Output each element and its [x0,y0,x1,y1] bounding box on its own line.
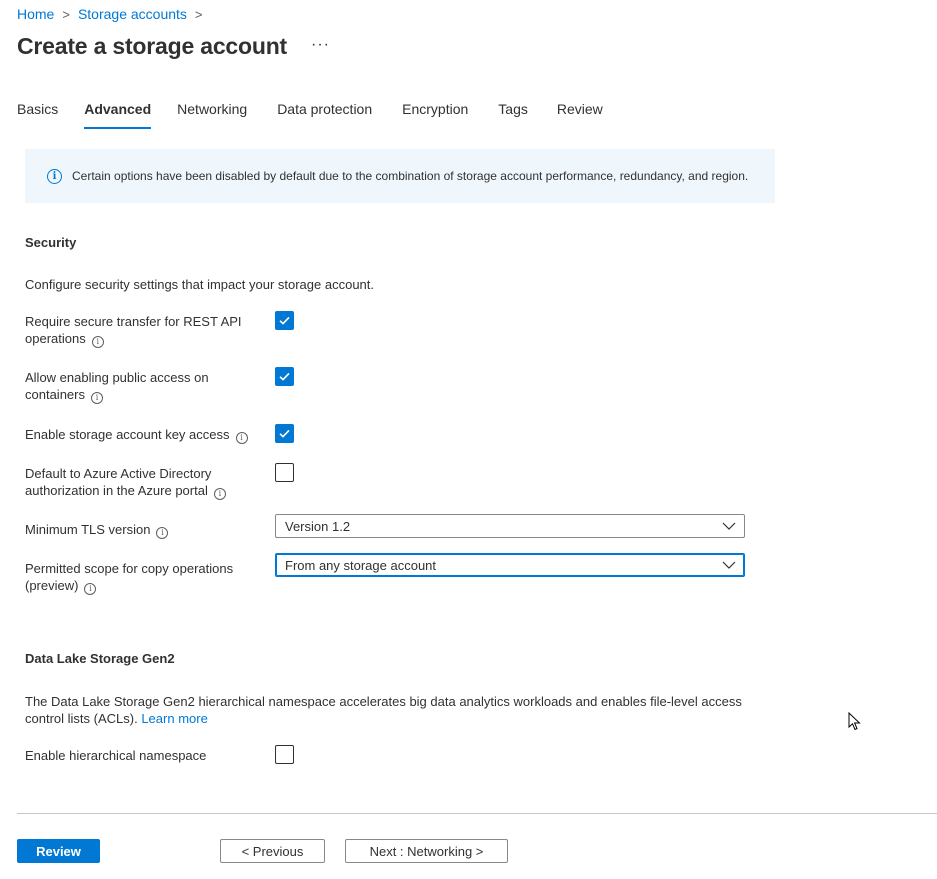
footer-divider [17,813,937,814]
datalake-description-line1: The Data Lake Storage Gen2 hierarchical … [25,694,742,709]
previous-button[interactable]: < Previous [220,839,325,863]
info-tooltip-icon[interactable]: i [213,487,226,500]
hierarchical-namespace-checkbox[interactable] [275,745,294,764]
public-access-label-line2: containers [25,387,85,402]
info-tooltip-icon[interactable]: i [235,431,248,444]
tab-data-protection[interactable]: Data protection [277,101,372,129]
key-access-checkbox[interactable] [275,424,294,443]
info-tooltip-icon[interactable]: i [84,582,97,595]
tab-networking[interactable]: Networking [177,101,247,129]
copy-scope-label: Permitted scope for copy operations (pre… [25,560,255,595]
breadcrumb-home-link[interactable]: Home [17,6,54,22]
chevron-down-icon [722,522,736,530]
copy-scope-label-line1: Permitted scope for copy operations [25,561,234,576]
review-button[interactable]: Review [17,839,100,863]
learn-more-link[interactable]: Learn more [141,711,207,726]
aad-default-label: Default to Azure Active Directory author… [25,465,255,500]
tls-label: Minimum TLS version i [25,521,255,539]
info-tooltip-icon[interactable]: i [91,335,104,348]
breadcrumb: Home > Storage accounts > [17,6,211,22]
tab-bar: Basics Advanced Networking Data protecti… [17,101,603,131]
checkmark-icon [279,429,290,438]
info-tooltip-icon[interactable]: i [156,526,169,539]
aad-default-label-line2: authorization in the Azure portal [25,483,208,498]
info-banner: i Certain options have been disabled by … [25,149,775,203]
tls-label-text: Minimum TLS version [25,522,151,537]
aad-default-checkbox[interactable] [275,463,294,482]
tls-version-value: Version 1.2 [285,518,351,534]
datalake-description-line2: control lists (ACLs). [25,711,138,726]
hierarchical-namespace-label: Enable hierarchical namespace [25,748,207,763]
public-access-label: Allow enabling public access on containe… [25,369,255,404]
secure-transfer-label-line2: operations [25,331,86,346]
key-access-label: Enable storage account key access i [25,426,255,444]
public-access-checkbox[interactable] [275,367,294,386]
aad-default-label-line1: Default to Azure Active Directory [25,466,212,481]
security-section-title: Security [25,235,77,250]
secure-transfer-label: Require secure transfer for REST API ope… [25,313,255,348]
tab-review[interactable]: Review [557,101,603,129]
info-tooltip-icon[interactable]: i [90,391,103,404]
tab-tags[interactable]: Tags [498,101,528,129]
secure-transfer-label-line1: Require secure transfer for REST API [25,314,242,329]
copy-scope-select[interactable]: From any storage account [275,553,745,577]
info-icon: i [47,168,62,184]
public-access-label-line1: Allow enabling public access on [25,370,209,385]
secure-transfer-checkbox[interactable] [275,311,294,330]
copy-scope-label-line2: (preview) [25,578,79,593]
key-access-label-text: Enable storage account key access [25,427,230,442]
copy-scope-value: From any storage account [285,557,437,573]
security-description: Configure security settings that impact … [25,277,375,292]
breadcrumb-separator: > [62,6,70,22]
mouse-cursor-icon [848,712,861,731]
datalake-section-title: Data Lake Storage Gen2 [25,651,175,666]
checkmark-icon [279,316,290,325]
breadcrumb-storage-accounts-link[interactable]: Storage accounts [78,6,187,22]
breadcrumb-separator: > [194,6,203,22]
next-networking-button[interactable]: Next : Networking > [345,839,508,863]
datalake-description: The Data Lake Storage Gen2 hierarchical … [25,693,745,727]
tab-basics[interactable]: Basics [17,101,58,129]
more-options-button[interactable]: ··· [311,36,330,54]
chevron-down-icon [722,561,736,569]
info-text: Certain options have been disabled by de… [72,169,749,183]
checkmark-icon [279,372,290,381]
tab-encryption[interactable]: Encryption [402,101,468,129]
tls-version-select[interactable]: Version 1.2 [275,514,745,538]
tab-advanced[interactable]: Advanced [84,101,151,129]
page-title: Create a storage account [17,33,288,59]
